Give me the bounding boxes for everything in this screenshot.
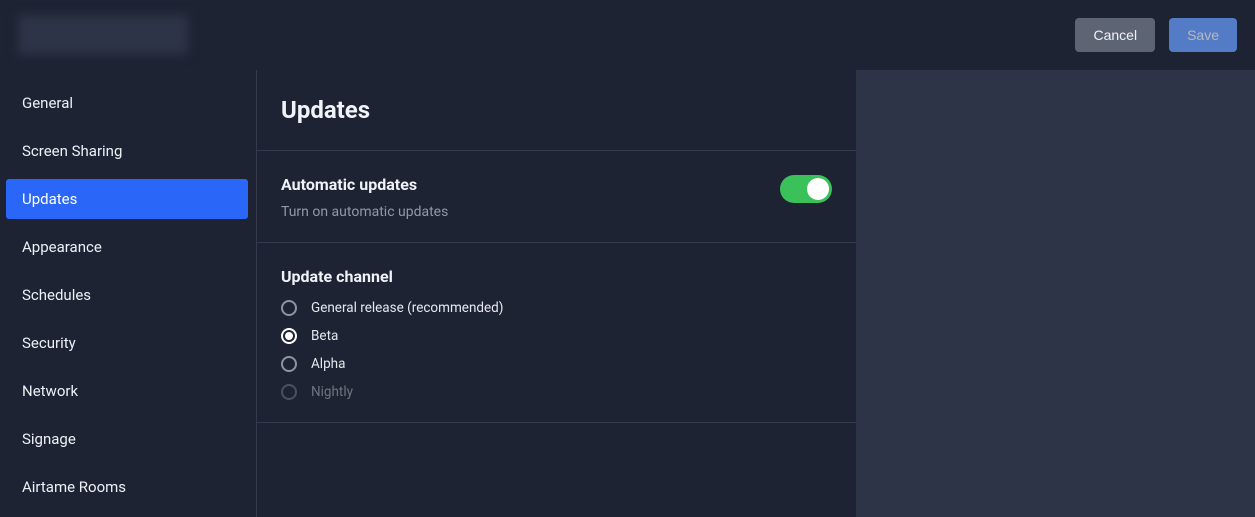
- sections-container: Automatic updates Turn on automatic upda…: [257, 151, 856, 423]
- sidebar-item-label: Signage: [22, 430, 76, 448]
- sidebar-item-label: Updates: [22, 190, 77, 208]
- section-automatic-updates: Automatic updates Turn on automatic upda…: [257, 151, 856, 243]
- auto-updates-toggle[interactable]: [780, 175, 832, 203]
- section-text: Automatic updates Turn on automatic upda…: [281, 175, 448, 220]
- sidebar-item-label: General: [22, 94, 73, 112]
- radio-icon: [281, 384, 297, 400]
- cancel-button[interactable]: Cancel: [1075, 18, 1155, 52]
- update-channel-options: General release (recommended) Beta Alpha: [281, 300, 832, 400]
- radio-label: General release (recommended): [311, 300, 504, 316]
- sidebar-item-label: Schedules: [22, 286, 91, 304]
- sidebar-item-label: Appearance: [22, 238, 102, 256]
- channel-option-general-release[interactable]: General release (recommended): [281, 300, 832, 316]
- save-button[interactable]: Save: [1169, 18, 1237, 52]
- sidebar-item-label: Airtame Rooms: [22, 478, 126, 496]
- page-title-wrap: Updates: [257, 70, 856, 151]
- sidebar: General Screen Sharing Updates Appearanc…: [0, 70, 256, 517]
- sidebar-item-updates[interactable]: Updates: [6, 179, 248, 219]
- sidebar-item-signage[interactable]: Signage: [6, 419, 248, 459]
- update-channel-title: Update channel: [281, 267, 832, 286]
- main-panel: Updates Automatic updates Turn on automa…: [256, 70, 856, 517]
- radio-icon: [281, 356, 297, 372]
- body-layout: General Screen Sharing Updates Appearanc…: [0, 70, 1255, 517]
- channel-option-beta[interactable]: Beta: [281, 328, 832, 344]
- auto-updates-title: Automatic updates: [281, 175, 448, 194]
- sidebar-item-schedules[interactable]: Schedules: [6, 275, 248, 315]
- sidebar-item-airtame-rooms[interactable]: Airtame Rooms: [6, 467, 248, 507]
- header-bar: Cancel Save: [0, 0, 1255, 70]
- sidebar-item-label: Network: [22, 382, 78, 400]
- sidebar-item-appearance[interactable]: Appearance: [6, 227, 248, 267]
- sidebar-item-screen-sharing[interactable]: Screen Sharing: [6, 131, 248, 171]
- radio-icon: [281, 328, 297, 344]
- sidebar-item-general[interactable]: General: [6, 83, 248, 123]
- sidebar-item-label: Security: [22, 334, 76, 352]
- radio-label: Nightly: [311, 384, 353, 400]
- section-update-channel: Update channel General release (recommen…: [257, 243, 856, 423]
- channel-option-nightly: Nightly: [281, 384, 832, 400]
- page-title: Updates: [281, 96, 832, 124]
- right-empty-panel: [856, 70, 1255, 517]
- device-title-blurred: [18, 15, 188, 55]
- auto-updates-description: Turn on automatic updates: [281, 204, 448, 220]
- sidebar-item-network[interactable]: Network: [6, 371, 248, 411]
- toggle-knob: [807, 178, 829, 200]
- radio-label: Beta: [311, 328, 338, 344]
- channel-option-alpha[interactable]: Alpha: [281, 356, 832, 372]
- sidebar-item-security[interactable]: Security: [6, 323, 248, 363]
- radio-dot-icon: [285, 332, 293, 340]
- sidebar-item-label: Screen Sharing: [22, 142, 122, 160]
- radio-icon: [281, 300, 297, 316]
- radio-label: Alpha: [311, 356, 345, 372]
- header-actions: Cancel Save: [1075, 18, 1237, 52]
